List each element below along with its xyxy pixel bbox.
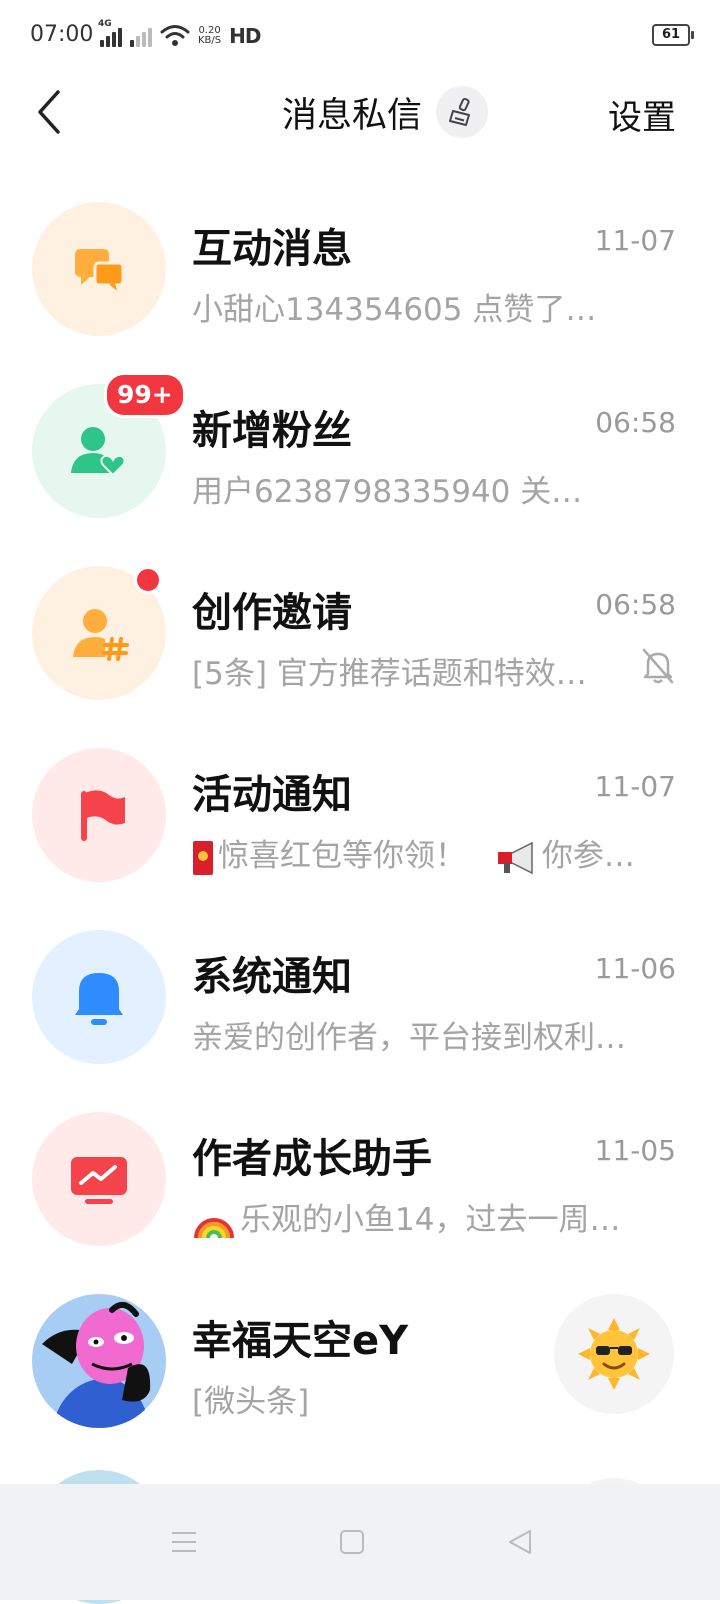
sun-sunglasses-icon xyxy=(578,1318,650,1390)
item-title: 幸福天空eY xyxy=(192,1318,409,1364)
item-time: 06:58 xyxy=(595,406,676,439)
item-preview: 惊喜红包等你领！ 你参… xyxy=(192,830,682,876)
user-heart-icon xyxy=(71,427,126,477)
wifi-icon xyxy=(160,25,190,46)
hd-label: HD xyxy=(229,24,261,48)
muted-bell-icon xyxy=(642,648,674,684)
unread-dot xyxy=(134,566,162,594)
interaction-avatar xyxy=(32,202,166,336)
item-preview: 亲爱的创作者，平台接到权利… xyxy=(192,1020,626,1056)
item-preview: [5条] 官方推荐话题和特效… xyxy=(192,656,587,692)
page-title: 消息私信 xyxy=(282,95,423,136)
status-icons: 4G 0.20 KB/S HD xyxy=(98,19,261,50)
item-title: 活动通知 xyxy=(192,772,352,818)
square-icon xyxy=(340,1530,364,1554)
item-title: 作者成长助手 xyxy=(192,1136,432,1182)
list-item[interactable]: 幸福天空eY [微头条] xyxy=(0,1274,720,1456)
item-preview: 乐观的小鱼14，过去一周… xyxy=(192,1194,682,1240)
bell-icon xyxy=(75,973,123,1025)
megaphone-icon xyxy=(497,841,533,874)
clear-unread-button[interactable] xyxy=(436,86,489,138)
status-bar: 07:00 4G 0.20 KB/S HD 61 xyxy=(0,0,720,72)
list-item[interactable]: 作者成长助手 11-05 乐观的小鱼14，过去一周… xyxy=(0,1092,720,1274)
item-time: 06:58 xyxy=(595,588,676,621)
item-title: 创作邀请 xyxy=(192,590,352,636)
item-time: 11-07 xyxy=(594,224,676,257)
sticker-reply-button[interactable] xyxy=(554,1294,674,1414)
item-preview: 小甜心134354605 点赞了… xyxy=(192,292,597,328)
triangle-back-icon xyxy=(509,1530,531,1554)
system-notice-avatar xyxy=(32,930,166,1064)
item-time: 11-06 xyxy=(594,952,676,985)
item-preview-text-2: 你参… xyxy=(541,838,635,874)
battery-icon: 61 xyxy=(652,24,694,46)
item-preview: 用户6238798335940 关… xyxy=(192,474,583,510)
status-time: 07:00 xyxy=(30,22,94,47)
user-avatar xyxy=(32,1294,166,1428)
item-time: 11-05 xyxy=(594,1134,676,1167)
red-envelope-icon xyxy=(193,840,213,875)
growth-assistant-avatar xyxy=(32,1112,166,1246)
menu-icon xyxy=(172,1532,196,1552)
list-item[interactable]: 创作邀请 06:58 [5条] 官方推荐话题和特效… xyxy=(0,546,720,728)
list-item[interactable]: 活动通知 11-07 惊喜红包等你领！ 你参… xyxy=(0,728,720,910)
chat-bubbles-icon xyxy=(75,249,125,291)
signal-2-icon xyxy=(130,25,152,47)
system-nav-bar xyxy=(0,1484,720,1600)
broom-icon xyxy=(449,97,471,126)
activity-notice-avatar xyxy=(32,748,166,882)
chart-monitor-icon xyxy=(71,1157,127,1204)
page-title-group: 消息私信 xyxy=(282,80,489,144)
item-preview-text: 惊喜红包等你领！ xyxy=(218,838,466,874)
item-title: 新增粉丝 xyxy=(192,408,352,454)
cartoon-avatar-image xyxy=(42,1301,151,1428)
item-title: 系统通知 xyxy=(192,954,352,1000)
settings-button[interactable]: 设置 xyxy=(608,90,676,139)
user-hashtag-icon xyxy=(73,609,129,661)
home-nav-button[interactable] xyxy=(328,1518,376,1566)
network-type-label: 4G xyxy=(98,19,112,29)
flag-icon xyxy=(81,790,125,841)
back-nav-button[interactable] xyxy=(496,1518,544,1566)
unread-count-badge: 99+ xyxy=(104,372,186,418)
list-item[interactable]: 99+ 新增粉丝 06:58 用户6238798335940 关… xyxy=(0,364,720,546)
item-time: 11-07 xyxy=(594,770,676,803)
menu-nav-button[interactable] xyxy=(160,1518,208,1566)
signal-icon: 4G xyxy=(98,19,122,47)
list-item[interactable]: 系统通知 11-06 亲爱的创作者，平台接到权利… xyxy=(0,910,720,1092)
net-speed-unit: KB/S xyxy=(198,35,222,46)
top-bar: 消息私信 设置 xyxy=(0,72,720,152)
rainbow-icon xyxy=(194,1217,234,1238)
net-speed: 0.20 KB/S xyxy=(198,26,221,46)
item-title: 互动消息 xyxy=(192,226,352,272)
chevron-left-icon[interactable] xyxy=(32,86,76,138)
message-list: 互动消息 11-07 小甜心134354605 点赞了… 99+ 新增粉丝 06… xyxy=(0,182,720,1456)
list-item[interactable]: 互动消息 11-07 小甜心134354605 点赞了… xyxy=(0,182,720,364)
item-preview-text: 乐观的小鱼14，过去一周… xyxy=(240,1202,621,1238)
